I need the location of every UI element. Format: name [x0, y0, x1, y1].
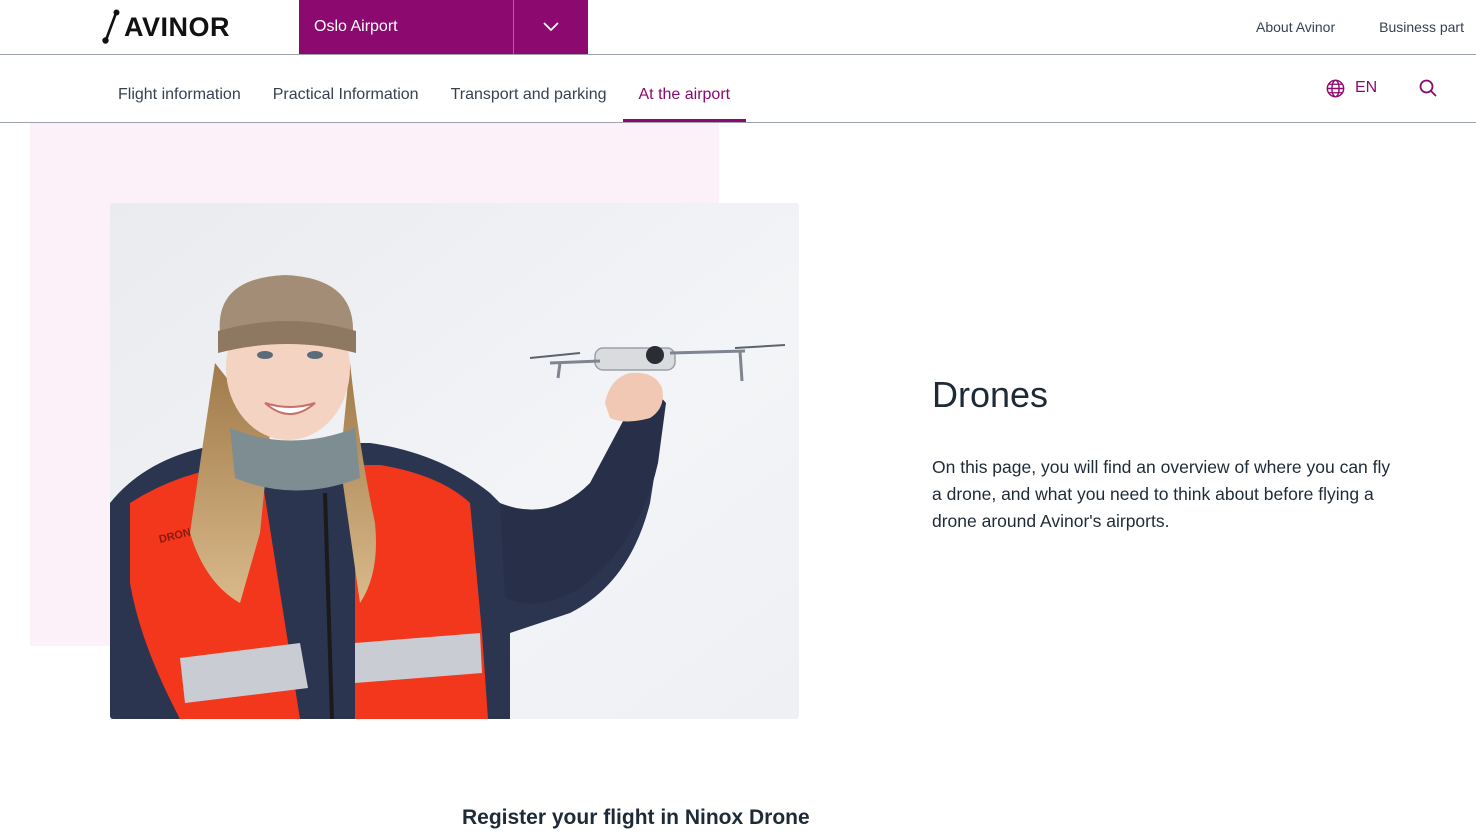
main-nav: Flight information Practical Information… — [0, 55, 1476, 123]
nav-tabs: Flight information Practical Information… — [102, 55, 746, 122]
language-selector[interactable]: EN — [1326, 77, 1377, 99]
airport-selector-value: Oslo Airport — [299, 0, 514, 54]
top-links: About Avinor Business part — [1256, 0, 1476, 54]
tab-flight-information[interactable]: Flight information — [102, 55, 257, 122]
airport-selector-toggle[interactable] — [514, 0, 588, 54]
logo-text: AVINOR — [124, 12, 231, 42]
tab-transport-and-parking[interactable]: Transport and parking — [435, 55, 623, 122]
hero-text: Drones On this page, you will find an ov… — [932, 370, 1392, 535]
search-button[interactable] — [1418, 78, 1438, 98]
page-intro: On this page, you will find an overview … — [932, 457, 1391, 531]
top-bar: AVINOR Oslo Airport About Avinor Busines… — [0, 0, 1476, 55]
logo-mark-icon — [102, 9, 120, 44]
language-label: EN — [1355, 79, 1378, 96]
search-icon — [1419, 79, 1437, 97]
hero-image: DRONE — [110, 203, 799, 719]
globe-icon — [1326, 79, 1345, 97]
tab-at-the-airport[interactable]: At the airport — [622, 55, 747, 122]
top-link-about-avinor[interactable]: About Avinor — [1256, 19, 1335, 35]
section-heading-register-flight: Register your flight in Ninox Drone — [462, 806, 810, 829]
drone-pilot-illustration: DRONE — [110, 203, 799, 719]
tab-practical-information[interactable]: Practical Information — [257, 55, 435, 122]
chevron-down-icon — [543, 22, 559, 31]
airport-selector[interactable]: Oslo Airport — [299, 0, 588, 54]
page-title: Drones — [932, 374, 1049, 415]
top-link-business-partners[interactable]: Business part — [1379, 19, 1464, 35]
avinor-logo[interactable]: AVINOR — [100, 9, 230, 45]
